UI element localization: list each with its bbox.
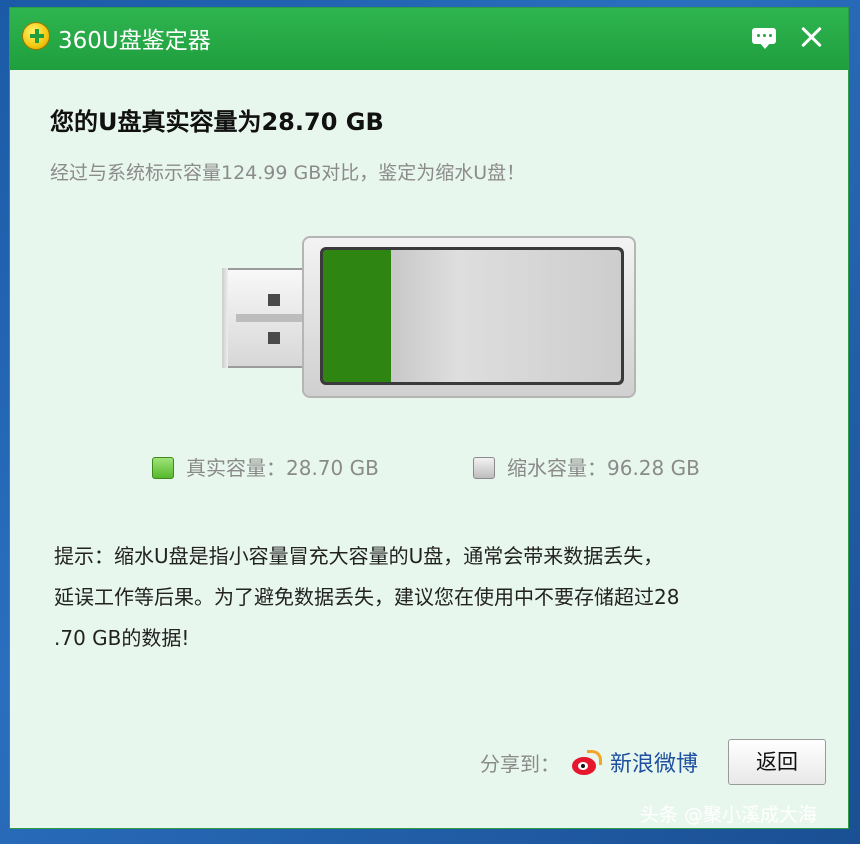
real-capacity-swatch bbox=[152, 457, 174, 479]
tip-text: 提示：缩水U盘是指小容量冒充大容量的U盘，通常会带来数据丢失， 延误工作等后果。… bbox=[54, 536, 814, 659]
dialog-window: 360U盘鉴定器 您的U盘真实容量为28.70 GB 经过与系统标示容量124.… bbox=[9, 7, 849, 829]
sina-weibo-icon[interactable] bbox=[570, 749, 602, 779]
tip-line: 提示：缩水U盘是指小容量冒充大容量的U盘，通常会带来数据丢失， bbox=[54, 544, 664, 568]
title-bar: 360U盘鉴定器 bbox=[10, 8, 848, 70]
share-label: 分享到： bbox=[480, 752, 560, 776]
feedback-chat-icon[interactable] bbox=[747, 20, 781, 54]
result-heading: 您的U盘真实容量为28.70 GB bbox=[50, 108, 384, 136]
usb-body bbox=[302, 236, 636, 398]
close-icon[interactable] bbox=[794, 20, 828, 54]
360-logo-icon bbox=[22, 22, 50, 50]
usb-capacity-illustration bbox=[216, 236, 636, 402]
real-capacity-fill bbox=[323, 250, 392, 382]
window-title: 360U盘鉴定器 bbox=[58, 28, 211, 54]
shrink-capacity-swatch bbox=[473, 457, 495, 479]
back-button[interactable]: 返回 bbox=[728, 739, 826, 785]
shrink-capacity-label: 缩水容量：96.28 GB bbox=[507, 456, 700, 480]
tip-line: 延误工作等后果。为了避免数据丢失，建议您在使用中不要存储超过28 bbox=[54, 585, 680, 609]
tip-line: .70 GB的数据! bbox=[54, 626, 190, 650]
share-weibo-link[interactable]: 新浪微博 bbox=[610, 746, 698, 778]
usb-connector-icon bbox=[222, 268, 314, 368]
comparison-text: 经过与系统标示容量124.99 GB对比，鉴定为缩水U盘！ bbox=[50, 162, 526, 184]
real-capacity-label: 真实容量：28.70 GB bbox=[186, 456, 379, 480]
capacity-meter bbox=[323, 250, 621, 382]
watermark-text: 头条 @聚小溪成大海 bbox=[640, 804, 818, 826]
